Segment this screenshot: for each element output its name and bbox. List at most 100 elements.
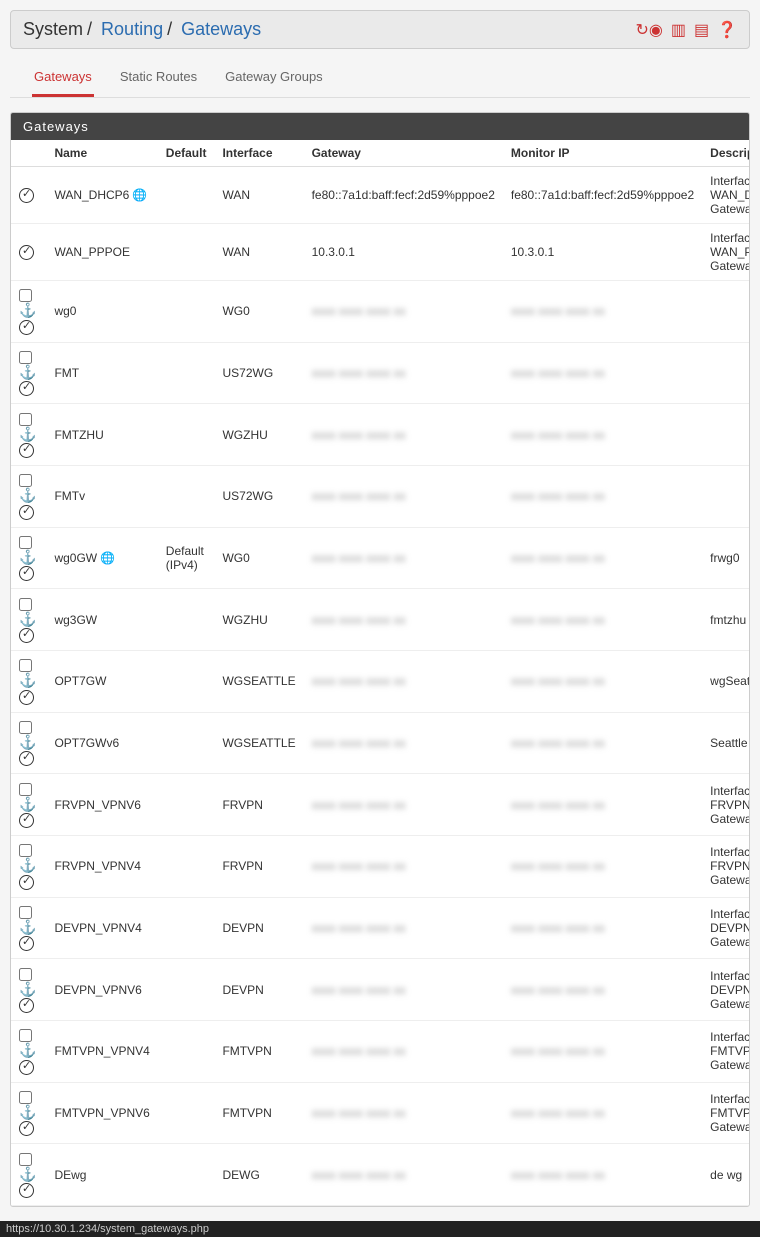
cell-description [702, 281, 750, 343]
cell-gateway: 10.3.0.1 [304, 224, 503, 281]
cell-interface: US72WG [214, 465, 303, 527]
row-checkbox[interactable] [19, 474, 32, 487]
crumb-gateways[interactable]: Gateways [181, 19, 261, 39]
status-ok-icon [19, 1183, 34, 1198]
cell-gateway: xxxx xxxx xxxx xx [304, 650, 503, 712]
chart-icon[interactable]: ▥ [671, 20, 686, 40]
anchor-icon[interactable]: ⚓ [19, 857, 36, 873]
cell-gateway: xxxx xxxx xxxx xx [304, 281, 503, 343]
cell-interface: DEWG [214, 1144, 303, 1206]
row-checkbox[interactable] [19, 906, 32, 919]
row-checkbox[interactable] [19, 968, 32, 981]
cell-default [158, 650, 215, 712]
table-row: ⚓FRVPN_VPNV4FRVPNxxxx xxxx xxxx xxxxxx x… [11, 835, 750, 897]
anchor-icon[interactable]: ⚓ [19, 487, 36, 503]
row-checkbox[interactable] [19, 659, 32, 672]
table-row: ⚓wg0WG0xxxx xxxx xxxx xxxxxx xxxx xxxx x… [11, 281, 750, 343]
anchor-icon[interactable]: ⚓ [19, 672, 36, 688]
crumb-routing[interactable]: Routing [101, 19, 163, 39]
anchor-icon[interactable]: ⚓ [19, 611, 36, 627]
cell-monitor: xxxx xxxx xxxx xx [503, 959, 702, 1021]
row-checkbox[interactable] [19, 598, 32, 611]
anchor-icon[interactable]: ⚓ [19, 549, 36, 565]
refresh-icon[interactable]: ↻◉ [635, 20, 662, 40]
row-checkbox[interactable] [19, 413, 32, 426]
cell-default [158, 224, 215, 281]
col-gateway: Gateway [304, 140, 503, 167]
cell-name: OPT7GW [46, 650, 157, 712]
statusline: https://10.30.1.234/system_gateways.php [0, 1221, 760, 1237]
cell-gateway: xxxx xxxx xxxx xx [304, 712, 503, 774]
row-checkbox[interactable] [19, 536, 32, 549]
cell-name: FMTVPN_VPNV6 [46, 1082, 157, 1144]
row-checkbox[interactable] [19, 783, 32, 796]
tab-gateway-groups[interactable]: Gateway Groups [223, 59, 325, 97]
cell-name: wg0 [46, 281, 157, 343]
row-checkbox[interactable] [19, 1153, 32, 1166]
anchor-icon[interactable]: ⚓ [19, 302, 36, 318]
status-ok-icon [19, 188, 34, 203]
cell-gateway: xxxx xxxx xxxx xx [304, 959, 503, 1021]
tab-gateways[interactable]: Gateways [32, 59, 94, 97]
top-actions: ↻◉ ▥ ▤ ❓ [635, 20, 737, 40]
row-checkbox[interactable] [19, 351, 32, 364]
row-checkbox[interactable] [19, 1029, 32, 1042]
cell-gateway: xxxx xxxx xxxx xx [304, 589, 503, 651]
cell-interface: FRVPN [214, 835, 303, 897]
help-icon[interactable]: ❓ [717, 20, 737, 40]
anchor-icon[interactable]: ⚓ [19, 364, 36, 380]
cell-interface: WGZHU [214, 589, 303, 651]
col-interface: Interface [214, 140, 303, 167]
cell-monitor: xxxx xxxx xxxx xx [503, 1082, 702, 1144]
cell-name: WAN_PPPOE [46, 224, 157, 281]
anchor-icon[interactable]: ⚓ [19, 796, 36, 812]
status-ok-icon [19, 1121, 34, 1136]
cell-gateway: xxxx xxxx xxxx xx [304, 465, 503, 527]
anchor-icon[interactable]: ⚓ [19, 919, 36, 935]
col-name: Name [46, 140, 157, 167]
cell-name: wg3GW [46, 589, 157, 651]
crumb-system: System [23, 19, 83, 39]
cell-name: OPT7GWv6 [46, 712, 157, 774]
cell-description: Interface DEVPN_VPNV4 Gateway [702, 897, 750, 959]
tab-static-routes[interactable]: Static Routes [118, 59, 199, 97]
cell-name: DEVPN_VPNV6 [46, 959, 157, 1021]
cell-description [702, 404, 750, 466]
anchor-icon[interactable]: ⚓ [19, 1166, 36, 1182]
table-row: ⚓OPT7GWv6WGSEATTLExxxx xxxx xxxx xxxxxx … [11, 712, 750, 774]
row-checkbox[interactable] [19, 844, 32, 857]
table-row: ⚓DEVPN_VPNV6DEVPNxxxx xxxx xxxx xxxxxx x… [11, 959, 750, 1021]
status-ok-icon [19, 1060, 34, 1075]
cell-name: wg0GW🌐 [46, 527, 157, 589]
anchor-icon[interactable]: ⚓ [19, 426, 36, 442]
table-row: ⚓FMTVPN_VPNV6FMTVPNxxxx xxxx xxxx xxxxxx… [11, 1082, 750, 1144]
row-checkbox[interactable] [19, 289, 32, 302]
anchor-icon[interactable]: ⚓ [19, 1104, 36, 1120]
topbar: System/ Routing/ Gateways ↻◉ ▥ ▤ ❓ [10, 10, 750, 49]
cell-default [158, 465, 215, 527]
cell-interface: WAN [214, 167, 303, 224]
gateways-table: Name Default Interface Gateway Monitor I… [11, 140, 750, 1206]
globe-icon: 🌐 [100, 551, 115, 565]
anchor-icon[interactable]: ⚓ [19, 734, 36, 750]
cell-description: Interface WAN_PPPOE Gateway [702, 224, 750, 281]
cell-description: fmtzhu [702, 589, 750, 651]
log-icon[interactable]: ▤ [694, 20, 709, 40]
cell-gateway: xxxx xxxx xxxx xx [304, 1082, 503, 1144]
row-checkbox[interactable] [19, 721, 32, 734]
cell-gateway: xxxx xxxx xxxx xx [304, 1144, 503, 1206]
status-ok-icon [19, 381, 34, 396]
status-ok-icon [19, 628, 34, 643]
globe-icon: 🌐 [132, 188, 147, 202]
table-row: ⚓DEwgDEWGxxxx xxxx xxxx xxxxxx xxxx xxxx… [11, 1144, 750, 1206]
cell-monitor: 10.3.0.1 [503, 224, 702, 281]
anchor-icon[interactable]: ⚓ [19, 981, 36, 997]
cell-interface: WG0 [214, 281, 303, 343]
col-default: Default [158, 140, 215, 167]
row-checkbox[interactable] [19, 1091, 32, 1104]
status-ok-icon [19, 443, 34, 458]
cell-default [158, 404, 215, 466]
cell-description: Seattle [702, 712, 750, 774]
cell-description: Interface WAN_DHCP6 Gateway [702, 167, 750, 224]
anchor-icon[interactable]: ⚓ [19, 1042, 36, 1058]
